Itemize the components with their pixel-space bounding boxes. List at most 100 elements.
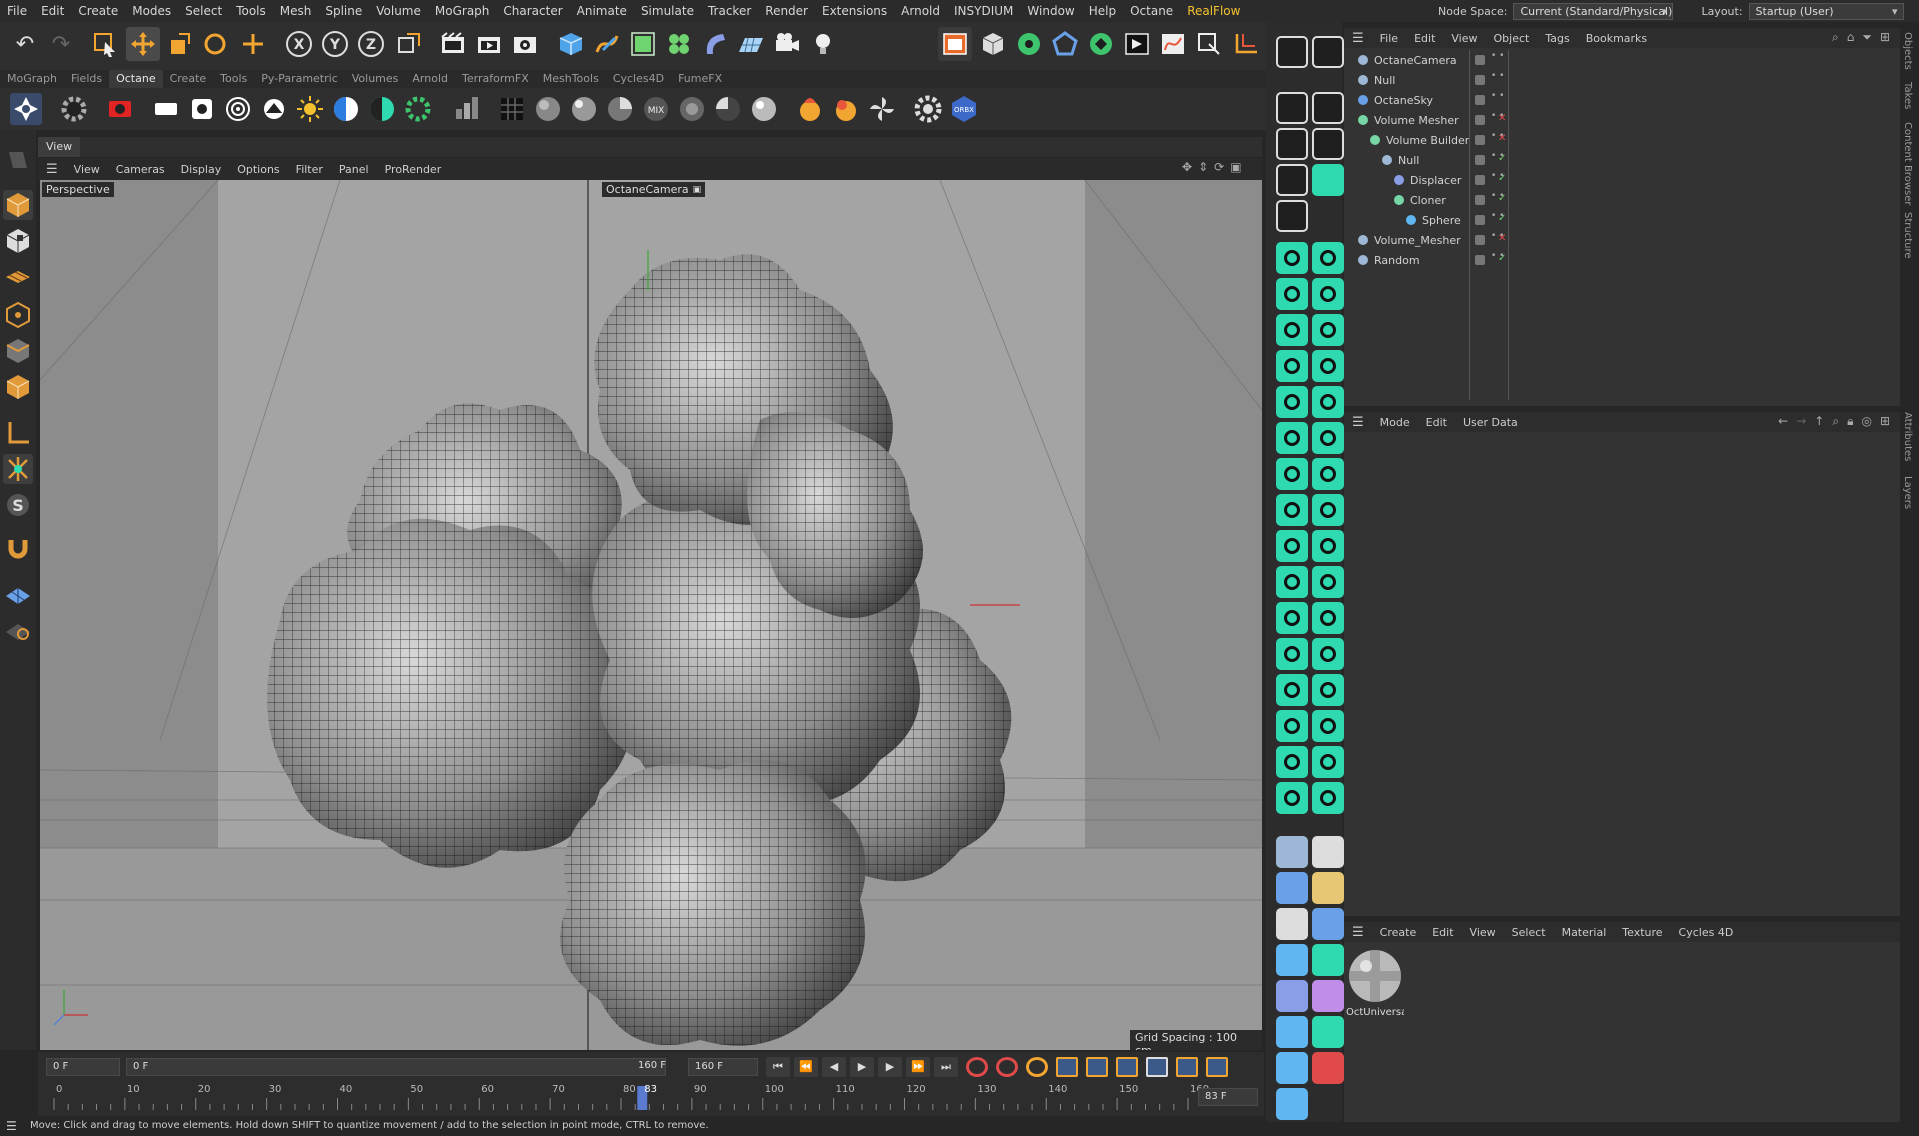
visibility-toggle[interactable]	[1475, 115, 1485, 125]
object-row[interactable]: Volume Builder • • ✕	[1344, 130, 1900, 150]
side-tab-attributes[interactable]: Attributes	[1902, 412, 1913, 461]
visibility-toggle[interactable]	[1475, 135, 1485, 145]
render-view-icon[interactable]	[472, 27, 506, 61]
object-row[interactable]: OctaneCamera • •	[1344, 50, 1900, 70]
object-row[interactable]: Null • • ✓	[1344, 150, 1900, 170]
view-menu-options[interactable]: Options	[229, 163, 287, 176]
recent-tools-icon[interactable]	[236, 27, 270, 61]
visibility-toggle[interactable]	[1475, 255, 1485, 265]
disabled-x-icon[interactable]: ✕	[1498, 133, 1506, 144]
hamburger-icon[interactable]: ☰	[1344, 925, 1372, 940]
hdri-light-icon[interactable]	[258, 93, 290, 125]
octane-scatter-icon[interactable]	[1276, 36, 1308, 68]
search-icon[interactable]: ⌕	[1832, 414, 1839, 429]
x-particles-spawn-icon[interactable]	[1276, 602, 1308, 634]
tweak-mode-icon[interactable]	[3, 454, 33, 484]
ring-icon[interactable]	[1276, 1016, 1308, 1048]
camera-icon[interactable]	[770, 27, 804, 61]
octane-axis-icon[interactable]	[1228, 27, 1262, 61]
side-tab-objects[interactable]: Objects	[1902, 32, 1913, 70]
x-particles-fluid-icon[interactable]	[1312, 422, 1344, 454]
render-region-icon[interactable]	[436, 27, 470, 61]
status-menu-icon[interactable]: ☰	[6, 1116, 17, 1136]
material-thumb[interactable]: OctUniversa	[1346, 948, 1404, 1022]
z-axis-icon[interactable]: Z	[354, 27, 388, 61]
x-particles-flock-icon[interactable]	[1312, 566, 1344, 598]
view-menu-view[interactable]: View	[66, 163, 108, 176]
visibility-toggle[interactable]	[1475, 155, 1485, 165]
infinity-icon[interactable]	[1276, 200, 1308, 232]
x-particles-scale-icon[interactable]	[1312, 674, 1344, 706]
forward-arrow-icon[interactable]: →	[1796, 414, 1806, 429]
render-settings-icon[interactable]	[508, 27, 542, 61]
area-light-icon[interactable]	[150, 93, 182, 125]
scale-key-icon[interactable]	[1086, 1057, 1108, 1077]
new-panel-icon[interactable]: ⊞	[1880, 30, 1890, 45]
record-key-icon[interactable]	[966, 1057, 988, 1077]
visibility-toggle[interactable]	[1475, 235, 1485, 245]
go-to-end-icon[interactable]: ⏭	[934, 1057, 958, 1077]
attrmgr-menu-mode[interactable]: Mode	[1372, 416, 1418, 429]
volume-box-icon[interactable]	[1276, 872, 1308, 904]
object-row[interactable]: Volume_Mesher • • ✕	[1344, 230, 1900, 250]
next-key-icon[interactable]: ⏩	[906, 1057, 930, 1077]
x-particles-turbulence-icon[interactable]	[1312, 494, 1344, 526]
menu-realflow[interactable]: RealFlow	[1180, 4, 1247, 18]
new-panel-icon[interactable]: ⊞	[1880, 414, 1890, 429]
magnet-icon[interactable]	[3, 534, 33, 564]
x-particles-system-icon[interactable]	[1312, 242, 1344, 274]
octane-region-icon[interactable]	[1192, 27, 1226, 61]
make-editable-icon[interactable]	[3, 146, 33, 176]
go-to-start-icon[interactable]: ⏮	[766, 1057, 790, 1077]
timeline-ruler[interactable]: 0102030405060708083901001101201301401501…	[38, 1084, 1209, 1112]
gear-icon[interactable]	[58, 93, 90, 125]
box-icon[interactable]	[1312, 872, 1344, 904]
ies-light-icon[interactable]	[222, 93, 254, 125]
view-menu-panel[interactable]: Panel	[331, 163, 377, 176]
octane-preferences-icon[interactable]	[912, 93, 944, 125]
view-tab[interactable]: View	[38, 137, 81, 157]
editor-render-dots-icon[interactable]: • •	[1491, 52, 1504, 61]
visibility-toggle[interactable]	[1475, 195, 1485, 205]
texture-mode-icon[interactable]	[3, 226, 33, 256]
polygon-fx-icon[interactable]	[1276, 128, 1308, 160]
smoke-material-icon[interactable]	[830, 93, 862, 125]
workplane-icon[interactable]	[3, 260, 33, 290]
objmgr-menu-bookmarks[interactable]: Bookmarks	[1578, 32, 1655, 45]
attrmgr-menu-edit[interactable]: Edit	[1418, 416, 1455, 429]
x-particles-lights-icon[interactable]	[1276, 746, 1308, 778]
model-mode-icon[interactable]	[3, 190, 33, 220]
editor-render-dots-icon[interactable]: • •	[1491, 72, 1504, 81]
enabled-check-icon[interactable]: ✓	[1498, 173, 1506, 184]
redo-icon[interactable]: ↷	[44, 27, 78, 61]
objmgr-menu-object[interactable]: Object	[1486, 32, 1538, 45]
spot-light-icon[interactable]	[186, 93, 218, 125]
undo-icon[interactable]: ↶	[8, 27, 42, 61]
enabled-check-icon[interactable]: ✓	[1498, 153, 1506, 164]
orbit-icon[interactable]: ⟳	[1214, 160, 1224, 174]
hamburger-icon[interactable]: ☰	[1344, 31, 1372, 46]
visibility-toggle[interactable]	[1475, 215, 1485, 225]
tab-tools[interactable]: Tools	[213, 70, 254, 88]
attrmgr-menu-user-data[interactable]: User Data	[1455, 416, 1526, 429]
rotation-key-icon[interactable]	[1116, 1057, 1138, 1077]
visibility-toggle[interactable]	[1475, 175, 1485, 185]
deformer-icon[interactable]	[698, 27, 732, 61]
menu-modes[interactable]: Modes	[125, 4, 178, 18]
cube-primitive-icon[interactable]	[554, 27, 588, 61]
menu-file[interactable]: File	[0, 4, 34, 18]
maximize-icon[interactable]: ▣	[1230, 160, 1241, 174]
tree-icon[interactable]	[1312, 1016, 1344, 1048]
cloner-icon[interactable]	[662, 27, 696, 61]
floor-icon[interactable]	[734, 27, 768, 61]
object-row[interactable]: OctaneSky • •	[1344, 90, 1900, 110]
object-row[interactable]: Cloner • • ✓	[1344, 190, 1900, 210]
scale-tool-icon[interactable]	[162, 27, 196, 61]
position-key-icon[interactable]	[1056, 1057, 1078, 1077]
gradient-map-icon[interactable]	[1276, 836, 1308, 868]
x-axis-icon[interactable]: X	[282, 27, 316, 61]
x-particles-foam-icon[interactable]	[1276, 422, 1308, 454]
octane-render-icon[interactable]	[1120, 27, 1154, 61]
matmgr-menu-view[interactable]: View	[1462, 926, 1504, 939]
object-row[interactable]: Null • •	[1344, 70, 1900, 90]
